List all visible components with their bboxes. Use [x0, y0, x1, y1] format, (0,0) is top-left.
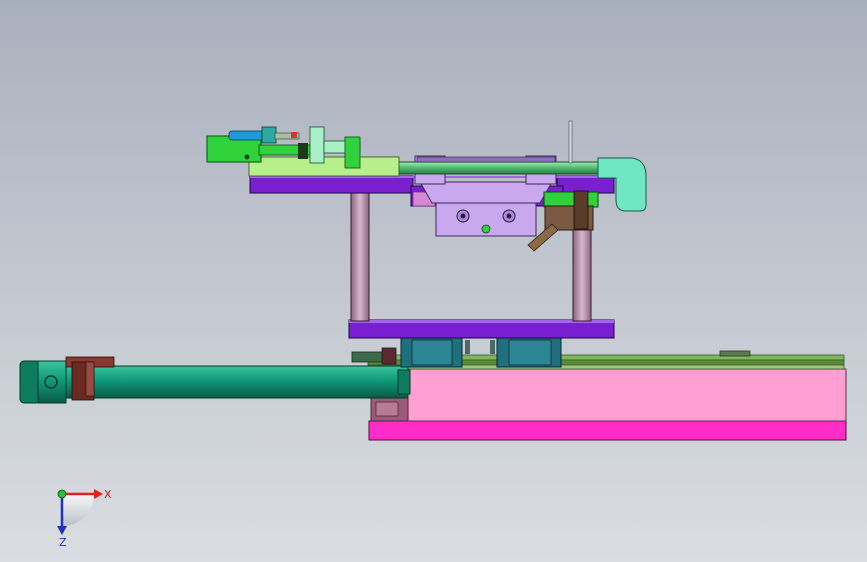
- triad-shadow-arc: [62, 494, 94, 526]
- base-assembly: [368, 368, 847, 441]
- rail-end-stop: [719, 350, 751, 357]
- module-jaw-face: [344, 136, 361, 169]
- cad-viewport[interactable]: X Z: [0, 0, 867, 562]
- gripper-dark-post: [573, 190, 589, 230]
- column-left: [350, 192, 370, 322]
- cylinder-mount-nut: [85, 361, 95, 397]
- bolt-stud-2: [490, 340, 495, 354]
- clamp-green-dot: [481, 224, 491, 234]
- guide-rod: [371, 161, 609, 175]
- assembly-drawing: X Z: [19, 120, 847, 549]
- bolt-stud-1: [465, 340, 470, 354]
- module-fitting: [261, 126, 277, 144]
- clamp-upper-body: [419, 181, 553, 204]
- coordinate-triad: X Z: [57, 488, 112, 549]
- module-finger-body: [309, 126, 325, 164]
- bearing-block-right-face: [508, 339, 552, 366]
- triad-z-arrow: [57, 526, 67, 535]
- module-red-fitting: [291, 132, 297, 138]
- horizontal-guide-rod: [371, 156, 609, 175]
- vertical-pin: [568, 120, 573, 164]
- rail-stopper-block: [381, 347, 397, 365]
- base-end-detail: [375, 401, 399, 417]
- base-block-pink: [407, 368, 847, 422]
- guide-rod-top-frame: [416, 156, 556, 163]
- clamp-screw-left-center: [460, 213, 466, 219]
- triad-x-arrow: [94, 489, 103, 499]
- left-small-cylinder-module: [206, 126, 400, 177]
- pneumatic-cylinder: [19, 356, 411, 404]
- triad-x-label: X: [104, 488, 112, 501]
- upper-plate-left: [249, 175, 414, 194]
- clamp-screw-right-center: [506, 213, 512, 219]
- module-port: [244, 154, 250, 160]
- base-plate-magenta: [368, 420, 847, 441]
- triad-y-axis-dot: [57, 489, 67, 499]
- bearing-block-left-face: [411, 339, 453, 366]
- cylinder-rod-end: [397, 369, 411, 395]
- cylinder-end-cap: [19, 360, 41, 404]
- cylinder-barrel: [65, 365, 409, 399]
- triad-z-label: Z: [59, 536, 67, 549]
- module-dark-clip: [298, 143, 308, 159]
- gripper-green-block: [543, 191, 599, 208]
- lower-carriage-plate: [348, 319, 615, 339]
- upper-plate-right: [556, 175, 615, 194]
- cylinder-cap-ring: [37, 360, 67, 404]
- module-rod-blue: [228, 130, 266, 141]
